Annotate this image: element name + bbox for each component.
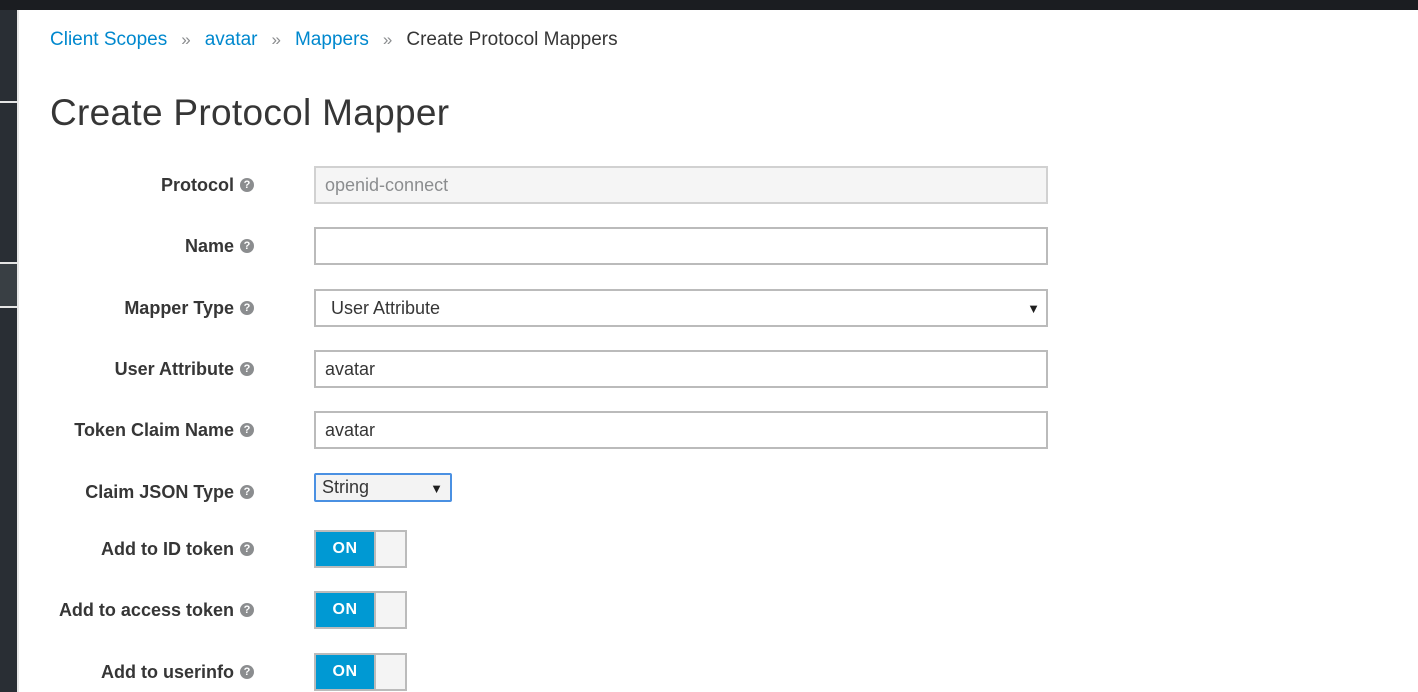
user-attribute-label: User Attribute	[114, 358, 234, 379]
breadcrumb-client-scopes[interactable]: Client Scopes	[50, 29, 167, 51]
question-circle-icon[interactable]: ?	[240, 178, 254, 192]
breadcrumb-separator: »	[382, 30, 393, 49]
question-circle-icon[interactable]: ?	[240, 301, 254, 315]
question-circle-icon[interactable]: ?	[240, 665, 254, 679]
top-navbar	[0, 0, 1418, 10]
question-circle-icon[interactable]: ?	[240, 485, 254, 499]
breadcrumb-separator: »	[181, 30, 191, 49]
toggle-knob	[374, 655, 405, 689]
add-to-id-token-toggle[interactable]: ON	[314, 530, 407, 568]
toggle-on-label: ON	[316, 593, 374, 627]
claim-json-type-value: String	[322, 477, 370, 497]
claim-json-type-label: Claim JSON Type	[85, 481, 234, 502]
mapper-type-value: User Attribute	[331, 297, 441, 318]
toggle-on-label: ON	[316, 532, 374, 566]
toggle-on-label: ON	[316, 655, 374, 689]
form-row-claim-json-type: Claim JSON Type ? String ▼	[0, 466, 1100, 506]
mapper-type-label: Mapper Type	[124, 297, 234, 318]
form-row-protocol: Protocol ? openid-connect	[0, 165, 1100, 205]
token-claim-name-label: Token Claim Name	[74, 419, 234, 440]
caret-down-icon: ▼	[1027, 301, 1040, 316]
protocol-label: Protocol	[160, 174, 234, 195]
token-claim-name-input[interactable]: avatar	[314, 411, 1048, 449]
breadcrumb-separator: »	[271, 30, 281, 49]
question-circle-icon[interactable]: ?	[240, 362, 254, 376]
toggle-knob	[374, 593, 405, 627]
claim-json-type-select[interactable]: String ▼	[314, 473, 452, 502]
add-to-access-token-toggle[interactable]: ON	[314, 591, 407, 629]
toggle-knob	[374, 532, 405, 566]
protocol-input: openid-connect	[314, 166, 1048, 204]
breadcrumb: Client Scopes » avatar » Mappers » Creat…	[50, 27, 618, 53]
breadcrumb-avatar[interactable]: avatar	[205, 29, 258, 51]
sidebar-divider	[0, 101, 17, 103]
add-to-access-token-label: Add to access token	[58, 599, 234, 620]
add-to-userinfo-label: Add to userinfo	[101, 661, 234, 682]
name-input[interactable]	[314, 227, 1048, 265]
breadcrumb-current: Create Protocol Mappers	[406, 29, 618, 50]
add-to-id-token-label: Add to ID token	[101, 538, 234, 559]
question-circle-icon[interactable]: ?	[240, 423, 254, 437]
add-to-userinfo-toggle[interactable]: ON	[314, 653, 407, 691]
form-row-name: Name ?	[0, 226, 1100, 266]
form-row-add-to-access-token: Add to access token ? ON	[0, 590, 1100, 630]
question-circle-icon[interactable]: ?	[240, 603, 254, 617]
mapper-type-select[interactable]: User Attribute ▼	[314, 289, 1048, 327]
form-row-token-claim-name: Token Claim Name ? avatar	[0, 410, 1100, 450]
form-row-add-to-userinfo: Add to userinfo ? ON	[0, 652, 1100, 692]
question-circle-icon[interactable]: ?	[240, 542, 254, 556]
question-circle-icon[interactable]: ?	[240, 239, 254, 253]
breadcrumb-mappers[interactable]: Mappers	[295, 29, 369, 51]
form-row-mapper-type: Mapper Type ? User Attribute ▼	[0, 288, 1100, 328]
user-attribute-input[interactable]: avatar	[314, 350, 1048, 388]
form-row-add-to-id-token: Add to ID token ? ON	[0, 529, 1100, 569]
page-title: Create Protocol Mapper	[50, 92, 450, 133]
caret-down-icon: ▼	[430, 481, 443, 496]
form-row-user-attribute: User Attribute ? avatar	[0, 349, 1100, 389]
name-label: Name	[184, 235, 234, 256]
